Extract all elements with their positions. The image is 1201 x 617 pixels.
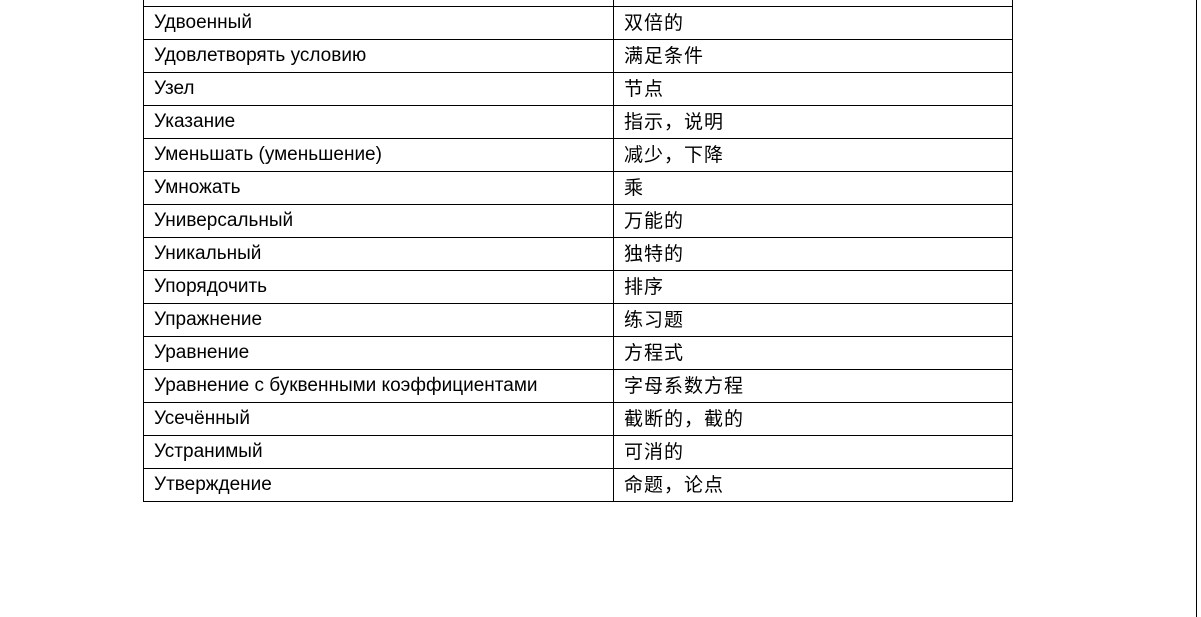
russian-term: Утверждение xyxy=(143,467,614,502)
table-row: Устранимый 可消的 xyxy=(143,434,1013,469)
russian-term: Универсальный xyxy=(143,203,614,238)
table-row: Упражнение 练习题 xyxy=(143,302,1013,337)
table-row: Узел 节点 xyxy=(143,71,1013,106)
table-row: Удвоенный 双倍的 xyxy=(143,5,1013,40)
russian-term: Уравнение с буквенными коэффициентами xyxy=(143,368,614,403)
russian-term: Умножать xyxy=(143,170,614,205)
chinese-term: 截断的，截的 xyxy=(613,401,1013,436)
russian-term: Указание xyxy=(143,104,614,139)
russian-term: Уменьшать (уменьшение) xyxy=(143,137,614,172)
chinese-term: 万能的 xyxy=(613,203,1013,238)
chinese-term: 独特的 xyxy=(613,236,1013,271)
page-right-edge xyxy=(1196,0,1197,617)
table-row: Удовлетворять условию 满足条件 xyxy=(143,38,1013,73)
table-row: Универсальный 万能的 xyxy=(143,203,1013,238)
chinese-term: 乘 xyxy=(613,170,1013,205)
table-row: Указание 指示，说明 xyxy=(143,104,1013,139)
chinese-term: 指示，说明 xyxy=(613,104,1013,139)
chinese-term: 命题，论点 xyxy=(613,467,1013,502)
russian-term: Узел xyxy=(143,71,614,106)
table-row: Умножать 乘 xyxy=(143,170,1013,205)
table-row: Уравнение 方程式 xyxy=(143,335,1013,370)
table-row: Уникальный 独特的 xyxy=(143,236,1013,271)
chinese-term: 可消的 xyxy=(613,434,1013,469)
chinese-term: 练习题 xyxy=(613,302,1013,337)
russian-term: Усечённый xyxy=(143,401,614,436)
russian-term: Упорядочить xyxy=(143,269,614,304)
chinese-term: 排序 xyxy=(613,269,1013,304)
russian-term: Удовлетворять условию xyxy=(143,38,614,73)
russian-term: Упражнение xyxy=(143,302,614,337)
chinese-term: 节点 xyxy=(613,71,1013,106)
russian-term: Удвоенный xyxy=(143,5,614,40)
chinese-term: 双倍的 xyxy=(613,5,1013,40)
table-row: Усечённый 截断的，截的 xyxy=(143,401,1013,436)
russian-term: Уравнение xyxy=(143,335,614,370)
chinese-term: 满足条件 xyxy=(613,38,1013,73)
table-row: Утверждение 命题，论点 xyxy=(143,467,1013,502)
chinese-term: 方程式 xyxy=(613,335,1013,370)
table-row: Уменьшать (уменьшение) 减少，下降 xyxy=(143,137,1013,172)
russian-term: Уникальный xyxy=(143,236,614,271)
russian-term: Устранимый xyxy=(143,434,614,469)
glossary-table: Удвоенный 双倍的 Удовлетворять условию 满足条件… xyxy=(143,0,1013,502)
table-row: Упорядочить 排序 xyxy=(143,269,1013,304)
chinese-term: 减少，下降 xyxy=(613,137,1013,172)
chinese-term: 字母系数方程 xyxy=(613,368,1013,403)
table-row: Уравнение с буквенными коэффициентами 字母… xyxy=(143,368,1013,403)
